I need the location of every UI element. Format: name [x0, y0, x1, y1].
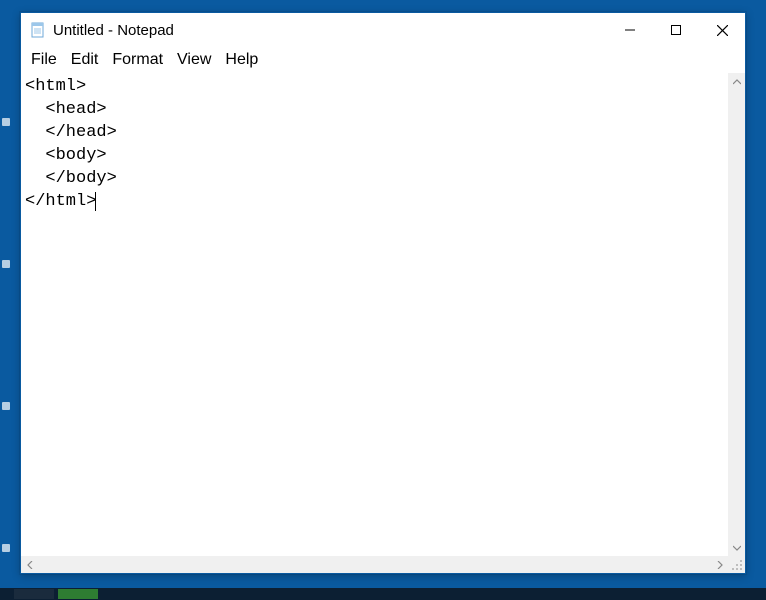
- chevron-up-icon: [733, 78, 741, 86]
- window-controls: [607, 13, 745, 47]
- editor-line: </html>: [25, 190, 722, 213]
- editor-line: </body>: [25, 167, 722, 190]
- chevron-right-icon: [716, 561, 724, 569]
- close-button[interactable]: [699, 13, 745, 47]
- minimize-button[interactable]: [607, 13, 653, 47]
- notepad-window: Untitled - Notepad: [20, 12, 746, 574]
- resize-grip[interactable]: [728, 556, 745, 573]
- editor-line: </head>: [25, 121, 722, 144]
- menu-view[interactable]: View: [171, 49, 217, 71]
- window-title: Untitled - Notepad: [53, 22, 174, 39]
- editor-line: <head>: [25, 98, 722, 121]
- chevron-left-icon: [26, 561, 34, 569]
- editor-area: <html> <head> </head> <body> </body></ht…: [21, 73, 745, 573]
- menu-format[interactable]: Format: [106, 49, 169, 71]
- desktop-item[interactable]: [2, 260, 10, 268]
- desktop-item[interactable]: [2, 118, 10, 126]
- text-editor[interactable]: <html> <head> </head> <body> </body></ht…: [21, 73, 728, 556]
- menubar: File Edit Format View Help: [21, 47, 745, 73]
- scroll-down-button[interactable]: [728, 539, 745, 556]
- editor-line: <body>: [25, 144, 722, 167]
- horizontal-scrollbar[interactable]: [21, 556, 728, 573]
- resize-grip-icon: [731, 559, 743, 571]
- maximize-icon: [671, 25, 681, 35]
- editor-line: <html>: [25, 75, 722, 98]
- close-icon: [717, 25, 728, 36]
- scroll-left-button[interactable]: [21, 556, 38, 573]
- taskbar-start[interactable]: [14, 589, 54, 599]
- menu-file[interactable]: File: [25, 49, 63, 71]
- minimize-icon: [625, 25, 635, 35]
- chevron-down-icon: [733, 544, 741, 552]
- maximize-button[interactable]: [653, 13, 699, 47]
- scroll-up-button[interactable]: [728, 73, 745, 90]
- menu-edit[interactable]: Edit: [65, 49, 105, 71]
- taskbar[interactable]: [0, 588, 766, 600]
- desktop-item[interactable]: [2, 402, 10, 410]
- menu-help[interactable]: Help: [219, 49, 264, 71]
- desktop: Untitled - Notepad: [0, 0, 766, 600]
- vertical-scrollbar[interactable]: [728, 73, 745, 556]
- titlebar[interactable]: Untitled - Notepad: [21, 13, 745, 47]
- desktop-item[interactable]: [2, 544, 10, 552]
- taskbar-app[interactable]: [58, 589, 98, 599]
- scroll-right-button[interactable]: [711, 556, 728, 573]
- notepad-icon: [29, 21, 47, 39]
